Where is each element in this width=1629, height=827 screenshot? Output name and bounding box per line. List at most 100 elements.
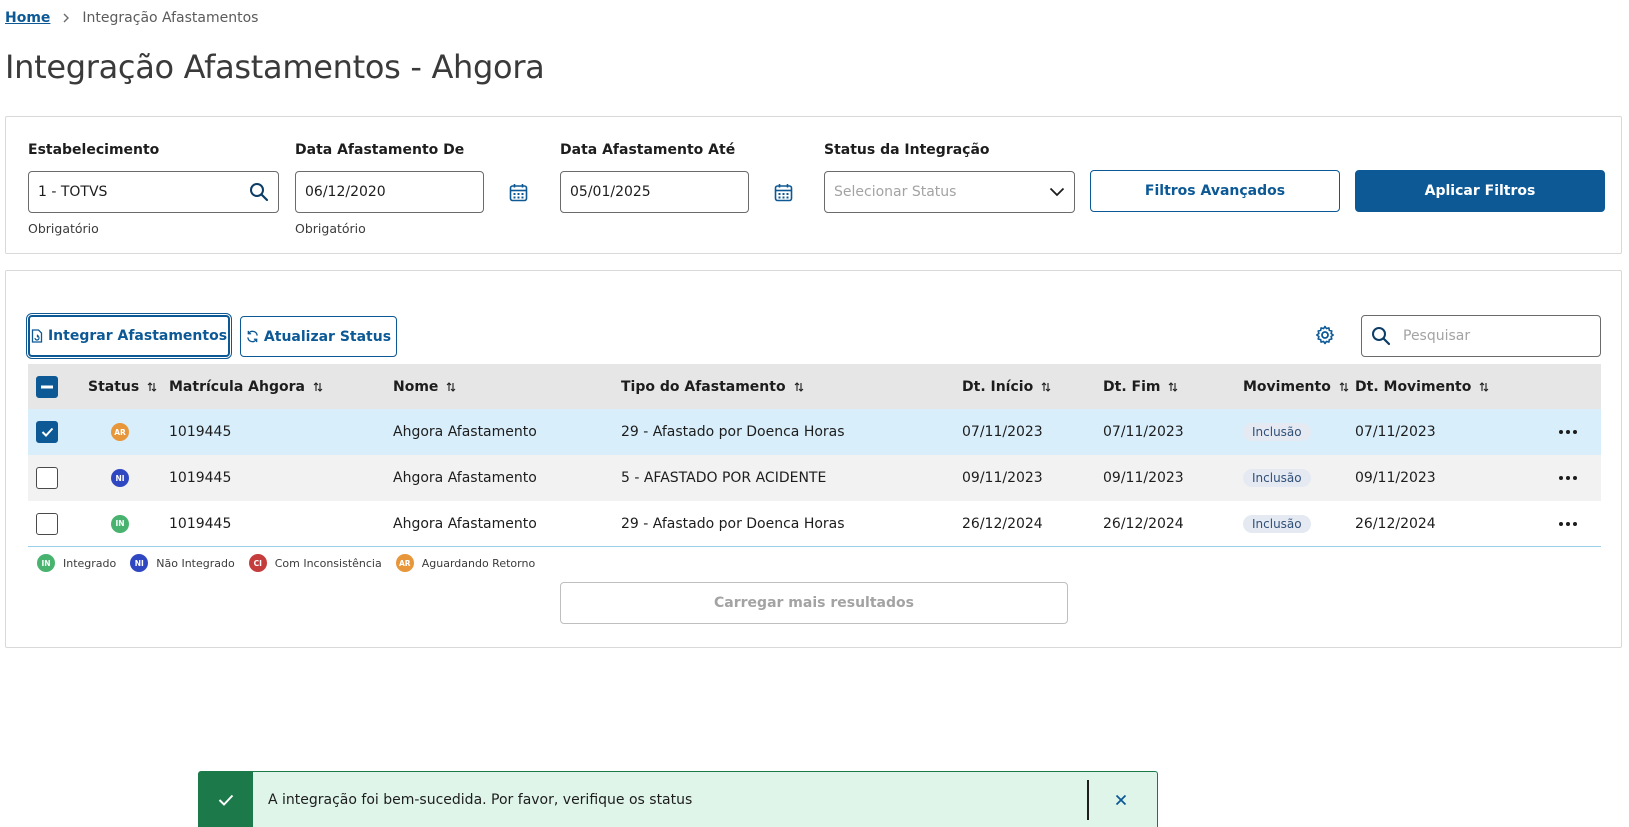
- advanced-filters-button[interactable]: Filtros Avançados: [1090, 170, 1340, 212]
- search-icon: [1371, 326, 1391, 346]
- legend-label: Aguardando Retorno: [421, 556, 536, 570]
- legend-item: IN Integrado: [37, 554, 116, 572]
- cell-inicio: 26/12/2024: [962, 515, 1043, 532]
- sort-icon[interactable]: [313, 381, 323, 392]
- calendar-icon[interactable]: [509, 183, 528, 202]
- header-status[interactable]: Status: [88, 364, 157, 409]
- more-options-icon[interactable]: [1559, 455, 1577, 501]
- establishment-input[interactable]: [38, 184, 243, 200]
- date-from-label: Data Afastamento De: [295, 142, 465, 158]
- sort-icon[interactable]: [147, 381, 157, 392]
- table-row[interactable]: AR 1019445 Ahgora Afastamento 29 - Afast…: [28, 409, 1601, 455]
- cell-matricula: 1019445: [169, 470, 232, 486]
- header-inicio-label: Dt. Início: [962, 378, 1034, 395]
- legend-dot: IN: [37, 554, 55, 572]
- date-to-field[interactable]: [560, 171, 749, 213]
- refresh-status-button[interactable]: Atualizar Status: [240, 316, 397, 357]
- header-nome[interactable]: Nome: [393, 364, 456, 409]
- row-checkbox[interactable]: [36, 409, 58, 455]
- cell-tipo: 5 - AFASTADO POR ACIDENTE: [621, 470, 827, 486]
- cell-matricula: 1019445: [169, 515, 232, 532]
- establishment-field[interactable]: [28, 171, 279, 213]
- sort-icon[interactable]: [1479, 381, 1489, 392]
- calendar-icon[interactable]: [774, 183, 793, 202]
- header-fim-label: Dt. Fim: [1103, 378, 1161, 395]
- status-select-placeholder: Selecionar Status: [834, 184, 957, 200]
- sort-icon[interactable]: [1041, 381, 1051, 392]
- cell-dt-movimento: 09/11/2023: [1355, 470, 1436, 486]
- legend-label: Integrado: [63, 556, 117, 570]
- header-movimento[interactable]: Movimento: [1243, 364, 1349, 409]
- more-options-icon[interactable]: [1559, 501, 1577, 546]
- status-dot: NI: [111, 455, 129, 501]
- date-from-input[interactable]: [305, 184, 474, 200]
- more-options-icon[interactable]: [1559, 409, 1577, 455]
- status-code: NI: [111, 469, 129, 487]
- sort-icon[interactable]: [1339, 381, 1349, 392]
- status-dot: AR: [111, 409, 129, 455]
- date-from-help: Obrigatório: [295, 221, 366, 236]
- cell-nome: Ahgora Afastamento: [393, 515, 537, 532]
- chevron-down-icon[interactable]: [1049, 187, 1065, 197]
- search-icon[interactable]: [249, 182, 269, 202]
- date-to-label: Data Afastamento Até: [560, 142, 736, 158]
- breadcrumb: Home Integração Afastamentos: [5, 10, 258, 26]
- select-all-checkbox[interactable]: [36, 364, 58, 409]
- header-inicio[interactable]: Dt. Início: [962, 364, 1051, 409]
- refresh-icon: [246, 330, 259, 343]
- cell-fim: 09/11/2023: [1103, 470, 1184, 486]
- table-row[interactable]: NI 1019445 Ahgora Afastamento 5 - AFASTA…: [28, 455, 1601, 501]
- date-from-field[interactable]: [295, 171, 484, 213]
- header-tipo-label: Tipo do Afastamento: [621, 378, 786, 395]
- search-input[interactable]: [1403, 328, 1591, 344]
- sort-icon[interactable]: [446, 381, 456, 392]
- integrate-button-label: Integrar Afastamentos: [47, 328, 228, 344]
- establishment-help: Obrigatório: [28, 221, 99, 236]
- header-dt-movimento-label: Dt. Movimento: [1355, 378, 1472, 395]
- chevron-right-icon: [62, 13, 70, 23]
- legend-item: AR Aguardando Retorno: [395, 554, 536, 572]
- date-to-input[interactable]: [570, 184, 739, 200]
- cell-dt-movimento: 07/11/2023: [1355, 424, 1436, 440]
- header-tipo[interactable]: Tipo do Afastamento: [621, 364, 804, 409]
- row-checkbox[interactable]: [36, 501, 58, 546]
- cell-nome: Ahgora Afastamento: [393, 470, 537, 486]
- search-field[interactable]: [1361, 315, 1601, 357]
- toast-message: A integração foi bem-sucedida. Por favor…: [268, 791, 693, 808]
- sort-icon[interactable]: [794, 381, 804, 392]
- refresh-status-label: Atualizar Status: [263, 328, 392, 345]
- load-more-button[interactable]: Carregar mais resultados: [560, 582, 1068, 624]
- header-matricula-label: Matrícula Ahgora: [169, 378, 305, 395]
- legend-label: Com Inconsistência: [274, 556, 382, 570]
- legend-dot: CI: [248, 554, 267, 572]
- row-checkbox[interactable]: [36, 455, 58, 501]
- success-toast: A integração foi bem-sucedida. Por favor…: [198, 771, 1158, 827]
- breadcrumb-current: Integração Afastamentos: [82, 10, 259, 26]
- legend-item: CI Com Inconsistência: [248, 554, 382, 572]
- table-header: Status Matrícula Ahgora Nome Tipo do Afa…: [28, 364, 1601, 409]
- legend-dot: AR: [395, 554, 414, 572]
- integrate-button[interactable]: Integrar Afastamentos: [26, 313, 232, 359]
- sort-icon[interactable]: [1168, 381, 1178, 392]
- cell-matricula: 1019445: [169, 424, 232, 440]
- breadcrumb-home-link[interactable]: Home: [5, 10, 50, 26]
- toast-divider: [1087, 779, 1089, 820]
- movimento-badge: Inclusão: [1243, 469, 1311, 487]
- movimento-badge: Inclusão: [1243, 514, 1311, 533]
- status-code: IN: [111, 514, 129, 533]
- legend-label: Não Integrado: [156, 556, 235, 570]
- cell-inicio: 07/11/2023: [962, 424, 1043, 440]
- cell-dt-movimento: 26/12/2024: [1355, 515, 1436, 532]
- header-fim[interactable]: Dt. Fim: [1103, 364, 1178, 409]
- close-icon[interactable]: [1111, 794, 1131, 806]
- gear-icon[interactable]: [1315, 325, 1335, 345]
- apply-filters-button[interactable]: Aplicar Filtros: [1355, 170, 1605, 212]
- status-select[interactable]: Selecionar Status: [824, 171, 1075, 213]
- status-code: AR: [111, 423, 129, 441]
- status-dot: IN: [111, 501, 129, 546]
- header-matricula[interactable]: Matrícula Ahgora: [169, 364, 323, 409]
- status-legend: IN Integrado NI Não Integrado CI Com Incons…: [37, 554, 549, 572]
- table-row[interactable]: IN 1019445 Ahgora Afastamento 29 - Afast…: [28, 501, 1601, 547]
- establishment-label: Estabelecimento: [28, 142, 160, 158]
- header-dt-movimento[interactable]: Dt. Movimento: [1355, 364, 1489, 409]
